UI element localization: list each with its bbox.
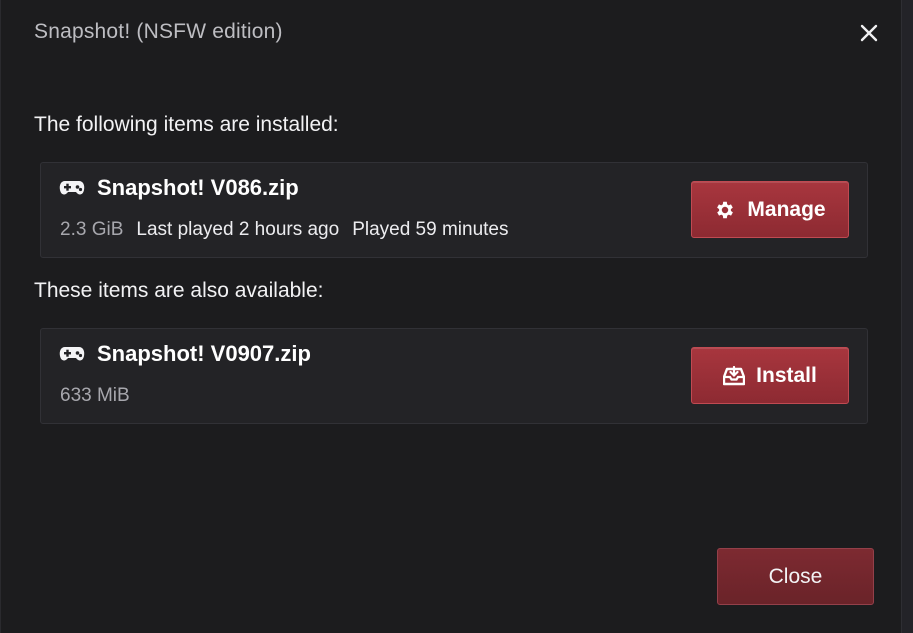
item-name: Snapshot! V086.zip — [97, 175, 299, 200]
item-name-row: Snapshot! V0907.zip — [59, 341, 311, 367]
close-icon[interactable] — [858, 22, 880, 44]
install-button-label: Install — [756, 363, 817, 387]
item-meta: 2.3 GiB Last played 2 hours ago Played 5… — [60, 219, 522, 241]
gamepad-icon — [59, 345, 85, 363]
item-last-played: Last played 2 hours ago — [136, 219, 340, 240]
manage-button[interactable]: Manage — [691, 181, 849, 238]
item-played-time: Played 59 minutes — [352, 219, 509, 240]
dialog-title: Snapshot! (NSFW edition) — [34, 20, 283, 43]
available-item-card: Snapshot! V0907.zip 633 MiB Install — [40, 328, 868, 424]
installed-item-card: Snapshot! V086.zip 2.3 GiB Last played 2… — [40, 162, 868, 258]
gamepad-icon — [59, 179, 85, 197]
available-heading: These items are also available: — [34, 279, 324, 302]
gear-icon — [714, 199, 736, 221]
item-name: Snapshot! V0907.zip — [97, 341, 311, 366]
download-tray-icon — [723, 365, 746, 386]
close-button[interactable]: Close — [717, 548, 874, 605]
installed-heading: The following items are installed: — [34, 113, 339, 136]
item-size: 633 MiB — [60, 385, 130, 406]
item-name-row: Snapshot! V086.zip — [59, 175, 299, 201]
install-dialog: Snapshot! (NSFW edition) The following i… — [0, 0, 902, 633]
install-button[interactable]: Install — [691, 347, 849, 404]
item-size: 2.3 GiB — [60, 219, 124, 240]
manage-button-label: Manage — [747, 197, 826, 221]
item-meta: 633 MiB — [60, 385, 143, 407]
